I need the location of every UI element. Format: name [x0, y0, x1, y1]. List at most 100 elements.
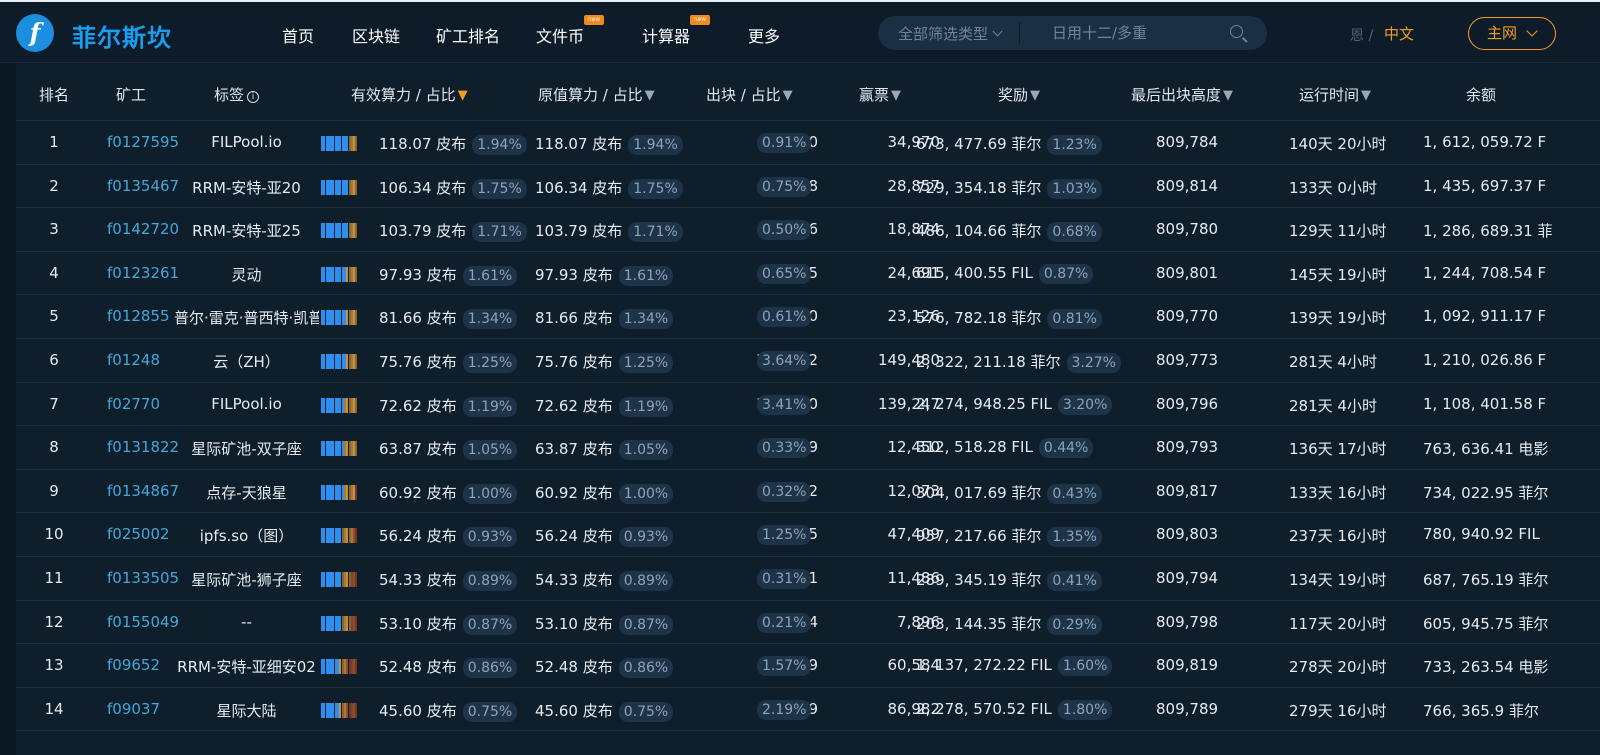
rank-cell: 4 [49, 263, 59, 282]
effective-power-value: 97.93 皮布 [379, 265, 457, 284]
column-last-block-height[interactable]: 最后出块高度 ▼ [1131, 84, 1233, 105]
sort-down-arrow-icon[interactable]: ▼ [783, 88, 793, 103]
blocks-percent-cell: 0.31% [757, 569, 812, 589]
table-row[interactable]: 3 f0142720 RRM-安特-亚25 103.79 皮布 1.71% 103.79 … [16, 208, 1600, 252]
table-row[interactable]: 12f0155049--53.10 皮布0.87%53.10 皮布0.87%7,… [16, 601, 1600, 645]
last-block-height: 809,780 [1156, 220, 1219, 239]
table-row[interactable]: 5 f012855 普尔·雷克·普西特·凯普 81.66 皮布 1.34% 81.66 皮… [16, 295, 1600, 339]
power-trend-sparkline [321, 266, 373, 282]
table-row[interactable]: 10 f025002 ipfs.so（图） 56.24 皮布 0.93% 56.24 皮布… [16, 513, 1600, 557]
sort-down-arrow-icon[interactable]: ▼ [891, 88, 901, 103]
table-row[interactable]: 13 f09652 RRM-安特-亚细安02 52.48 皮布 0.86% 52.48 皮… [16, 644, 1600, 688]
search-icon[interactable] [1230, 25, 1243, 38]
blocks-percent: 0.91% [757, 133, 812, 153]
uptime-value: 281天 4小时 [1289, 396, 1377, 415]
effective-power-percent: 1.75% [472, 178, 527, 199]
power-trend-sparkline [321, 310, 373, 326]
balance-value: 605, 945.75 菲尔 [1423, 614, 1549, 633]
sort-down-arrow-icon[interactable]: ▼ [645, 88, 655, 103]
search-input[interactable] [1030, 18, 1220, 48]
blocks-percent: 0.32% [757, 481, 812, 502]
power-trend-sparkline [321, 528, 373, 544]
miner-id-link[interactable]: f0142720 [107, 220, 179, 238]
blocks-percent: 0.21% [757, 612, 812, 633]
column-rank: 排名 [39, 86, 70, 104]
miner-id-link[interactable]: f025002 [107, 525, 170, 543]
effective-power-cell: 63.87 皮布 1.05% [379, 438, 518, 461]
raw-power-value: 45.60 皮布 [535, 701, 613, 720]
language-english[interactable]: 恩 / [1350, 25, 1373, 45]
info-circle-icon[interactable]: i [247, 91, 260, 103]
rank-cell: 13 [44, 656, 64, 675]
uptime-value: 281天 4小时 [1289, 353, 1377, 371]
filecoin-logo-icon[interactable]: f [16, 14, 54, 52]
column-effective-power[interactable]: 有效算力 / 占比 ▼ [351, 84, 468, 105]
blocks-percent-cell: 0.50% [757, 220, 812, 241]
miner-id-link[interactable]: f012855 [107, 307, 170, 325]
nav-blockchain[interactable]: 区块链 [352, 23, 400, 47]
search-type-select[interactable]: 全部筛选类型 [898, 23, 1003, 44]
miner-id-link[interactable]: f02770 [107, 395, 160, 413]
column-blocks[interactable]: 出块 / 占比 ▼ [706, 84, 793, 105]
table-row[interactable]: 1 f0127595 FILPool.io 118.07 皮布 1.94% 118.07 … [16, 121, 1600, 165]
reward-value: 289, 345.19 菲尔 [916, 571, 1042, 589]
table-row[interactable]: 7 f02770 FILPool.io 72.62 皮布 1.19% 72.62 皮布 1.… [16, 383, 1600, 427]
table-header: 排名 矿工 标签 i 有效算力 / 占比 ▼ 原值算力 / 占比 ▼ 出块 / 占比 ▼… [16, 63, 1600, 121]
last-block-height: 809,784 [1156, 133, 1219, 151]
rank-cell: 14 [44, 699, 64, 718]
miner-id-link[interactable]: f09652 [107, 656, 160, 674]
network-select-button[interactable]: 主网 [1468, 17, 1556, 50]
table-row[interactable]: 4f0123261灵动97.93 皮布1.61%97.93 皮布1.61%23,… [16, 252, 1600, 296]
miner-id-link[interactable]: f01248 [107, 351, 160, 369]
miner-tag: 灵动 [231, 265, 262, 284]
miner-id-link[interactable]: f0155049 [107, 613, 179, 631]
table-row[interactable]: 6f01248云（ZH）75.76 皮布1.25%75.76 皮布1.25%13… [16, 339, 1600, 383]
table-row[interactable]: 8 f0131822 星际矿池-双子座 63.87 皮布 1.05% 63.87 皮布 1.… [16, 426, 1600, 470]
chevron-down-icon [992, 26, 1003, 37]
nav-more[interactable]: 更多 [748, 23, 780, 47]
table-row[interactable]: 14 f09037 星际大陆 45.60 皮布 0.75% 45.60 皮布 0.75% 80… [16, 688, 1600, 732]
miner-tag: 星际大陆 [216, 701, 277, 720]
miner-id-link[interactable]: f0134867 [107, 482, 179, 500]
table-row[interactable]: 9 f0134867 点存-天狼星 60.92 皮布 1.00% 60.92 皮布 1.00… [16, 470, 1600, 514]
miner-id-link[interactable]: f0131822 [107, 438, 179, 456]
sort-down-arrow-icon[interactable]: ▼ [1361, 88, 1371, 103]
miner-id-link[interactable]: f0133505 [107, 569, 179, 587]
column-reward[interactable]: 奖励 ▼ [998, 84, 1040, 105]
blocks-percent-cell: 0.65% [757, 263, 812, 284]
sort-down-arrow-icon[interactable]: ▼ [1030, 88, 1040, 103]
effective-power-percent: 0.87% [462, 614, 518, 635]
uptime-value: 237天 16小时 [1289, 527, 1387, 546]
table-row[interactable]: 2 f0135467 RRM-安特-亚20 106.34 皮布 1.75% 106.34 … [16, 165, 1600, 209]
effective-power-cell: 54.33 皮布 0.89% [379, 569, 518, 591]
sort-down-arrow-icon[interactable]: ▼ [458, 88, 468, 103]
miner-id-link[interactable]: f0127595 [107, 133, 179, 151]
sparkline-bar [355, 441, 358, 457]
column-raw-power[interactable]: 原值算力 / 占比 ▼ [538, 84, 655, 105]
reward-percent: 0.87% [1038, 263, 1094, 284]
effective-power-value: 63.87 皮布 [379, 440, 457, 459]
miner-id-link[interactable]: f09037 [107, 700, 160, 718]
nav-filecoin[interactable]: 文件币 new [536, 15, 605, 47]
column-raw-power-label: 原值算力 / 占比 [538, 86, 643, 104]
nav-calculator[interactable]: 计算器 new [642, 15, 711, 47]
table-row[interactable]: 11 f0133505 星际矿池-狮子座 54.33 皮布 0.89% 54.33 皮布 0… [16, 557, 1600, 601]
nav-miner-ranking[interactable]: 矿工排名 [436, 23, 500, 47]
miner-id-link[interactable]: f0123261 [107, 264, 179, 282]
nav-home[interactable]: 首页 [282, 23, 314, 47]
effective-power-percent: 1.25% [462, 353, 518, 373]
language-chinese[interactable]: 中文 [1384, 23, 1414, 44]
miner-id-link[interactable]: f0135467 [107, 177, 179, 195]
sparkline-bar [355, 528, 358, 544]
miner-tag: ipfs.so（图） [199, 527, 294, 546]
balance-value: 1, 612, 059.72 F [1423, 133, 1547, 151]
column-balance: 余额 [1466, 86, 1497, 104]
raw-power-cell: 53.10 皮布 0.87% [535, 613, 674, 635]
sort-down-arrow-icon[interactable]: ▼ [1223, 88, 1233, 103]
balance-value: 1, 210, 026.86 F [1423, 351, 1547, 369]
effective-power-value: 45.60 皮布 [379, 701, 457, 720]
column-uptime[interactable]: 运行时间 ▼ [1299, 84, 1371, 105]
brand-name[interactable]: 菲尔斯坎 [72, 18, 172, 53]
column-win-count[interactable]: 赢票 ▼ [859, 84, 901, 105]
effective-power-percent: 0.86% [462, 658, 518, 679]
